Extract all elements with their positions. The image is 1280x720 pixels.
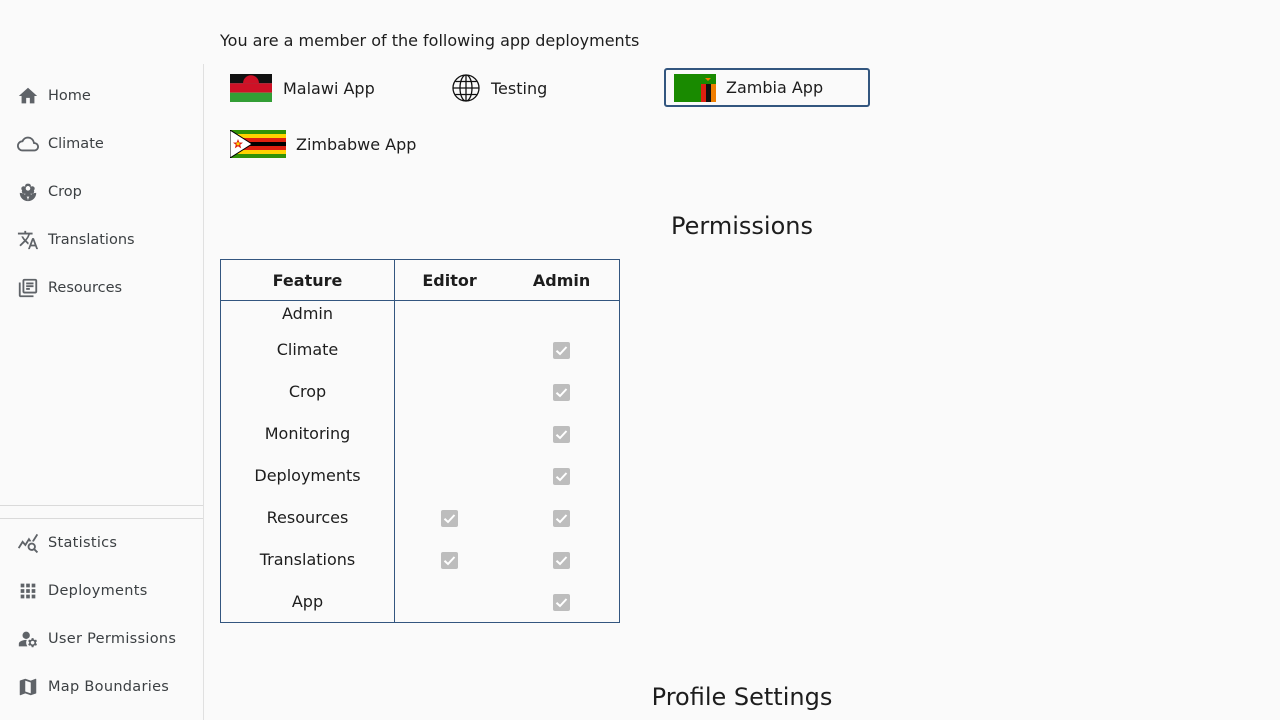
table-row: Climate <box>220 328 620 370</box>
table-row: Deployments <box>220 454 620 496</box>
cloud-icon <box>17 133 39 155</box>
globe-icon <box>451 73 481 103</box>
admin-cell <box>504 496 619 538</box>
admin-cell <box>504 538 619 580</box>
section-label: Admin <box>220 300 395 328</box>
zambia-flag-icon <box>674 73 716 102</box>
checked-checkbox-icon[interactable] <box>553 425 571 443</box>
table-row: Crop <box>220 370 620 412</box>
grid-icon <box>17 580 39 602</box>
checked-checkbox-icon[interactable] <box>553 551 571 569</box>
membership-heading: You are a member of the following app de… <box>220 31 640 50</box>
checked-checkbox-icon[interactable] <box>553 383 571 401</box>
feature-name: Deployments <box>220 454 395 496</box>
table-header-row: Feature Editor Admin <box>220 259 620 301</box>
sidebar-item-crop[interactable]: Crop <box>0 168 203 216</box>
table-row: Monitoring <box>220 412 620 454</box>
sidebar-item-climate[interactable]: Climate <box>0 120 203 168</box>
sidebar-item-deployments[interactable]: Deployments <box>0 567 203 615</box>
table-row: Resources <box>220 496 620 538</box>
table-section-row: Admin <box>220 300 620 328</box>
deployment-label: Testing <box>491 78 548 98</box>
column-header-admin: Admin <box>504 259 620 301</box>
sidebar-item-statistics[interactable]: Statistics <box>0 519 203 567</box>
feature-name: Crop <box>220 370 395 412</box>
sidebar-item-label: Deployments <box>48 583 148 599</box>
table-row: Translations <box>220 538 620 580</box>
sprout-icon <box>17 181 39 203</box>
sidebar-item-label: Statistics <box>48 535 118 551</box>
column-header-feature: Feature <box>220 259 395 301</box>
home-icon <box>17 85 39 107</box>
profile-settings-title: Profile Settings <box>651 683 833 711</box>
sidebar: Home Climate Crop Translations Resources… <box>0 64 204 720</box>
editor-cell <box>395 454 505 496</box>
translate-icon <box>17 229 39 251</box>
editor-cell <box>395 328 505 370</box>
deployment-zambia-app[interactable]: Zambia App <box>664 68 870 107</box>
editor-cell <box>395 496 505 538</box>
user-settings-icon <box>17 628 39 650</box>
malawi-flag-icon <box>230 74 272 102</box>
editor-cell <box>395 370 505 412</box>
library-books-icon <box>17 277 39 299</box>
admin-cell <box>504 328 619 370</box>
admin-cell <box>504 370 619 412</box>
table-row: App <box>220 580 620 623</box>
chart-search-icon <box>17 532 39 554</box>
editor-cell <box>395 538 505 580</box>
checked-checkbox-icon[interactable] <box>441 509 459 527</box>
editor-cell <box>395 412 505 454</box>
admin-cell <box>504 454 619 496</box>
sidebar-item-map-boundaries[interactable]: Map Boundaries <box>0 663 203 711</box>
feature-name: Resources <box>220 496 395 538</box>
feature-name: Climate <box>220 328 395 370</box>
admin-cell <box>504 412 619 454</box>
permissions-title: Permissions <box>671 212 813 240</box>
checked-checkbox-icon[interactable] <box>553 509 571 527</box>
permissions-table: Feature Editor Admin Admin Climate Crop … <box>220 259 620 623</box>
map-icon <box>17 676 39 698</box>
checked-checkbox-icon[interactable] <box>553 467 571 485</box>
sidebar-item-label: Crop <box>48 184 82 200</box>
sidebar-item-label: Resources <box>48 280 123 296</box>
sidebar-item-label: User Permissions <box>48 631 177 647</box>
sidebar-item-translations[interactable]: Translations <box>0 216 203 264</box>
deployment-label: Malawi App <box>283 78 375 98</box>
sidebar-item-label: Home <box>48 88 91 104</box>
admin-cell <box>504 580 619 623</box>
zimbabwe-flag-icon <box>230 130 286 158</box>
sidebar-item-home[interactable]: Home <box>0 72 203 120</box>
deployment-zimbabwe-app[interactable]: Zimbabwe App <box>230 125 416 163</box>
editor-cell <box>395 580 505 623</box>
feature-name: Monitoring <box>220 412 395 454</box>
sidebar-item-user-permissions[interactable]: User Permissions <box>0 615 203 663</box>
deployment-label: Zimbabwe App <box>296 134 417 154</box>
sidebar-item-label: Map Boundaries <box>48 679 170 695</box>
column-header-editor: Editor <box>394 259 505 301</box>
sidebar-item-label: Climate <box>48 136 104 152</box>
sidebar-item-label: Translations <box>48 232 135 248</box>
sidebar-divider <box>0 505 203 506</box>
checked-checkbox-icon[interactable] <box>553 341 571 359</box>
deployment-malawi-app[interactable]: Malawi App <box>230 69 375 107</box>
sidebar-item-resources[interactable]: Resources <box>0 264 203 312</box>
deployment-label: Zambia App <box>726 78 824 97</box>
feature-name: App <box>220 580 395 623</box>
feature-name: Translations <box>220 538 395 580</box>
deployment-testing[interactable]: Testing <box>451 69 547 107</box>
checked-checkbox-icon[interactable] <box>553 593 571 611</box>
checked-checkbox-icon[interactable] <box>441 551 459 569</box>
